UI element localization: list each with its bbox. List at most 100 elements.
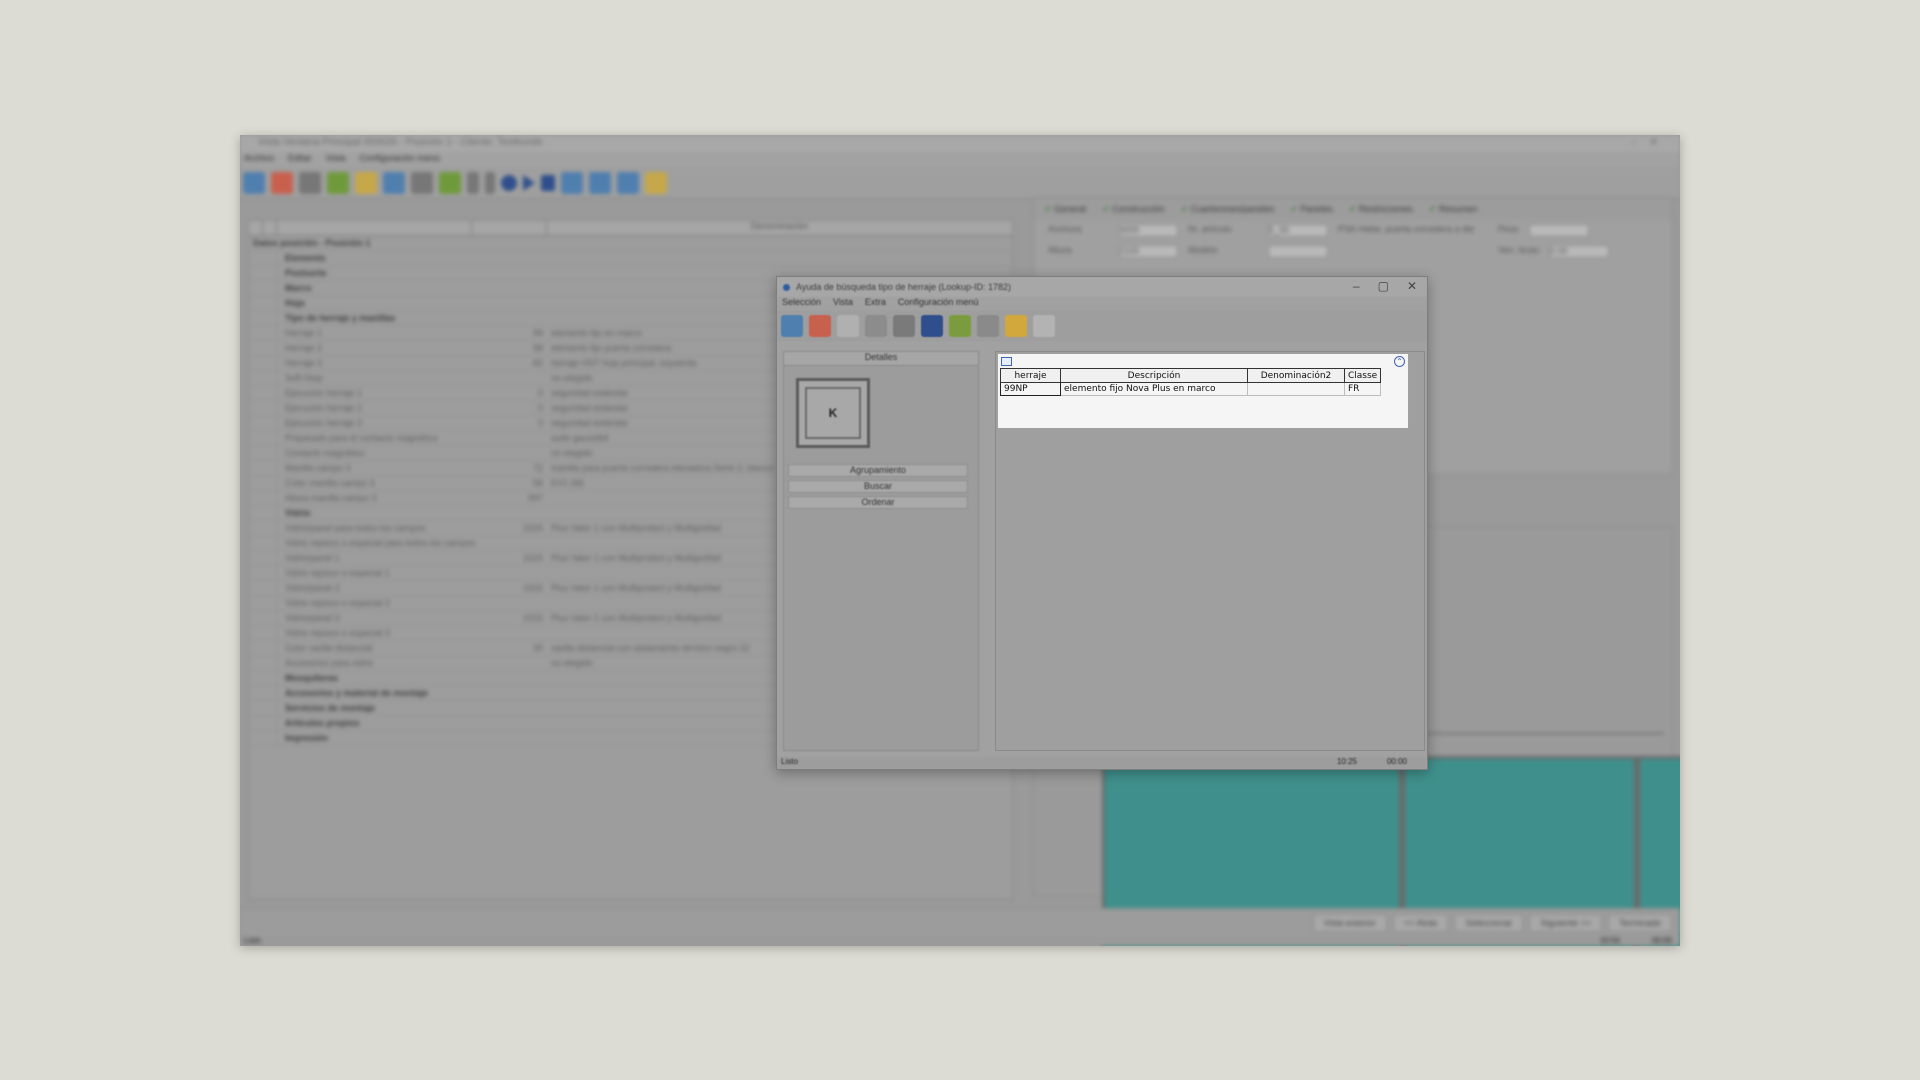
tree-gutter[interactable] xyxy=(249,641,277,655)
tree-gutter[interactable] xyxy=(249,566,277,580)
wizard-button[interactable]: Terminado xyxy=(1607,913,1672,932)
table-icon[interactable] xyxy=(589,171,611,194)
pencil-icon[interactable] xyxy=(355,171,377,194)
collapse-icon[interactable]: ⌃ xyxy=(1394,355,1405,367)
wizard-button[interactable]: Vista exterior xyxy=(1312,913,1387,932)
tree-row-value[interactable]: 56 xyxy=(472,478,547,488)
wizard-button[interactable]: Siguiente >> xyxy=(1529,913,1602,932)
tree-row-value[interactable]: 2315 xyxy=(472,583,547,593)
column-header-herraje[interactable]: herraje xyxy=(1000,368,1061,383)
tree-gutter[interactable] xyxy=(249,476,277,490)
tree-gutter[interactable] xyxy=(249,656,277,670)
tools-icon[interactable] xyxy=(299,171,321,194)
maximize-icon[interactable]: ▢ xyxy=(1378,279,1389,293)
tree-gutter[interactable] xyxy=(249,266,277,280)
home-icon[interactable] xyxy=(781,315,803,337)
tree-gutter[interactable] xyxy=(249,596,277,610)
tree-row-value[interactable]: 0 xyxy=(472,418,547,428)
anchura-field[interactable]: 3000 xyxy=(1118,224,1178,237)
peso-field[interactable] xyxy=(1528,224,1589,237)
table-row[interactable]: 99NP elemento fijo Nova Plus en marco FR xyxy=(1000,382,1382,396)
main-menu-item[interactable]: Archivo xyxy=(244,153,274,166)
prev-icon[interactable] xyxy=(485,171,495,194)
detail-tab[interactable]: ✓ Construcción xyxy=(1102,204,1165,215)
monitor-icon[interactable] xyxy=(617,171,639,194)
tree-row-value[interactable]: 0 xyxy=(472,403,547,413)
sort-button[interactable]: Ordenar xyxy=(788,496,968,509)
pen-icon[interactable] xyxy=(977,315,999,337)
tree-row-value[interactable]: 0 xyxy=(472,388,547,398)
tree-row-value[interactable]: 82 xyxy=(472,358,547,368)
tree-gutter[interactable] xyxy=(249,281,277,295)
altura-field[interactable]: 2100 xyxy=(1118,245,1178,258)
save-icon[interactable] xyxy=(921,315,943,337)
detail-tab[interactable]: ✓ Cuarterones/paneles xyxy=(1181,204,1275,215)
tree-gutter[interactable] xyxy=(249,446,277,460)
column-header-denominacion2[interactable]: Denominación2 xyxy=(1247,368,1345,383)
tree-gutter[interactable] xyxy=(249,551,277,565)
ven-field[interactable]: 0.00 xyxy=(1549,245,1610,258)
tree-gutter[interactable] xyxy=(249,521,277,535)
tree-gutter[interactable] xyxy=(249,416,277,430)
main-menu-item[interactable]: Vista xyxy=(326,153,346,166)
tree-gutter[interactable] xyxy=(249,731,277,745)
tree-row-value[interactable]: 98 xyxy=(472,343,547,353)
close-icon[interactable]: ✕ xyxy=(1407,279,1417,293)
modelo-field[interactable] xyxy=(1268,245,1328,258)
star-icon[interactable] xyxy=(1005,315,1027,337)
tree-gutter[interactable] xyxy=(249,296,277,310)
dialog-menu-item[interactable]: Configuración menú xyxy=(898,297,979,311)
main-menu-item[interactable]: Editar xyxy=(288,153,312,166)
tree-gutter[interactable] xyxy=(249,311,277,325)
cell-denominacion2[interactable] xyxy=(1247,382,1345,396)
filter-icon[interactable] xyxy=(865,315,887,337)
tree-gutter[interactable] xyxy=(249,506,277,520)
refresh-icon[interactable] xyxy=(949,315,971,337)
grid-icon[interactable] xyxy=(561,171,583,194)
tree-gutter[interactable] xyxy=(249,491,277,505)
tree-gutter[interactable] xyxy=(249,251,277,265)
tree-row-value[interactable]: 2315 xyxy=(472,613,547,623)
detail-tab[interactable]: ✓ General xyxy=(1044,204,1086,215)
blank-icon[interactable] xyxy=(837,315,859,337)
tree-row-value[interactable]: 2315 xyxy=(472,553,547,563)
minimize-icon[interactable]: – xyxy=(1353,279,1360,293)
dialog-menu-item[interactable]: Vista xyxy=(833,297,853,311)
detail-tab[interactable]: ✓ Resumen xyxy=(1429,204,1478,215)
stop-icon[interactable] xyxy=(809,315,831,337)
cell-herraje[interactable]: 99NP xyxy=(1000,382,1061,396)
tree-row-value[interactable]: 2315 xyxy=(472,523,547,533)
group-button[interactable]: Agrupamiento xyxy=(788,464,968,477)
tree-gutter[interactable] xyxy=(249,701,277,715)
tree-row-value[interactable]: 99 xyxy=(472,328,547,338)
tree-row-value[interactable]: 997 xyxy=(472,493,547,503)
stop-icon[interactable] xyxy=(271,171,293,194)
wizard-button[interactable]: << Atrás xyxy=(1392,913,1449,932)
document-icon[interactable] xyxy=(1033,315,1055,337)
dialog-menu-item[interactable]: Selección xyxy=(782,297,821,311)
detail-tab[interactable]: ✓ Restricciones xyxy=(1349,204,1413,215)
edit-icon[interactable] xyxy=(327,171,349,194)
key-icon[interactable] xyxy=(645,171,667,194)
document-icon[interactable] xyxy=(1001,356,1012,366)
tree-gutter[interactable] xyxy=(249,611,277,625)
articulo-field[interactable]: 5_00 xyxy=(1268,224,1328,237)
dialog-menu-item[interactable]: Extra xyxy=(865,297,886,311)
tree-gutter[interactable] xyxy=(249,536,277,550)
wizard-button[interactable]: Seleccionar xyxy=(1454,913,1524,932)
main-window-controls[interactable]: ▫✕ xyxy=(1632,137,1672,148)
tree-row[interactable]: Elemento xyxy=(249,251,1012,266)
document-icon[interactable] xyxy=(411,171,433,194)
cell-descripcion[interactable]: elemento fijo Nova Plus en marco xyxy=(1060,382,1248,396)
tree-gutter[interactable] xyxy=(249,686,277,700)
tree-gutter[interactable] xyxy=(249,626,277,640)
column-header-classe[interactable]: Classe xyxy=(1343,368,1382,383)
cell-classe[interactable]: FR xyxy=(1343,382,1382,396)
first-icon[interactable] xyxy=(467,171,479,194)
home-icon[interactable] xyxy=(243,171,265,194)
main-menu-item[interactable]: Configuración menú xyxy=(359,153,440,166)
tree-gutter[interactable] xyxy=(249,386,277,400)
tree-gutter[interactable] xyxy=(249,461,277,475)
record-icon[interactable] xyxy=(501,174,517,191)
tree-gutter[interactable] xyxy=(249,401,277,415)
